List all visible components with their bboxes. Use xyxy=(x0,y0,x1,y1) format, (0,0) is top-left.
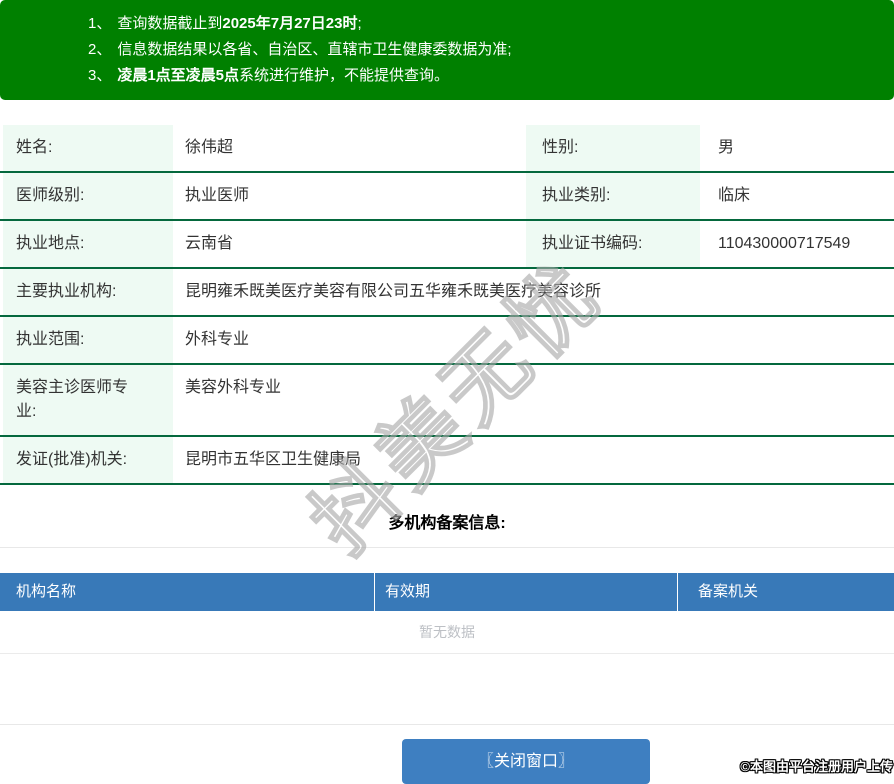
field-value-name: 徐伟超 xyxy=(185,139,234,156)
field-label-cosmetic-specialty: 美容主诊医师专业: xyxy=(3,365,173,435)
field-label-primary-institution: 主要执业机构: xyxy=(3,269,173,315)
table-row: 执业范围: 外科专业 xyxy=(0,317,894,365)
close-window-button[interactable]: 〖关闭窗口〗 xyxy=(402,739,650,784)
notice-line-2: 2、 信息数据结果以各省、自治区、直辖市卫生健康委数据为准; xyxy=(88,37,874,63)
notice-number: 1、 xyxy=(88,15,112,32)
filing-table-header: 机构名称 有效期 备案机关 xyxy=(0,573,894,611)
field-value-cosmetic-specialty: 美容外科专业 xyxy=(185,379,282,396)
upload-credit-text: ©本图由平台注册用户上传 xyxy=(740,759,893,774)
table-row: 美容主诊医师专业: 美容外科专业 xyxy=(0,365,894,437)
notice-text-bold: 2025年7月27日23时 xyxy=(222,15,358,32)
field-value-certificate-number: 110430000717549 xyxy=(718,235,851,252)
field-label-practice-scope: 执业范围: xyxy=(3,317,173,363)
notice-text: ; xyxy=(357,15,362,32)
section-divider xyxy=(0,547,894,548)
field-label-practice-category: 执业类别: xyxy=(526,173,700,219)
practitioner-info-table: 姓名: 徐伟超 性别: 男 医师级别: 执业医师 执业类别: 临床 执业地点: … xyxy=(0,125,894,485)
field-value-gender: 男 xyxy=(718,139,735,156)
field-label-gender: 性别: xyxy=(526,125,700,171)
notice-number: 3、 xyxy=(88,67,112,84)
notice-text: 系统进行维护，不能提供查询。 xyxy=(239,67,450,84)
field-label-issuing-authority: 发证(批准)机关: xyxy=(3,437,173,483)
table-row: 姓名: 徐伟超 性别: 男 xyxy=(0,125,894,173)
filing-header-institution-name: 机构名称 xyxy=(0,573,375,611)
filing-header-validity-period: 有效期 xyxy=(375,573,678,611)
notice-banner: 1、 查询数据截止到2025年7月27日23时; 2、 信息数据结果以各省、自治区、… xyxy=(0,0,894,100)
filing-empty-state: 暂无数据 xyxy=(0,611,894,654)
filing-header-filing-authority: 备案机关 xyxy=(698,583,759,600)
notice-text: 信息数据结果以各省、自治区、直辖市卫生健康委数据为准; xyxy=(117,41,512,58)
field-label-practice-location: 执业地点: xyxy=(3,221,173,267)
table-row: 执业地点: 云南省 执业证书编码: 110430000717549 xyxy=(0,221,894,269)
table-row: 主要执业机构: 昆明雍禾既美医疗美容有限公司五华雍禾既美医疗美容诊所 xyxy=(0,269,894,317)
notice-text-bold: 凌晨1点至凌晨5点 xyxy=(117,67,240,84)
field-value-doctor-level: 执业医师 xyxy=(185,187,250,204)
table-row: 发证(批准)机关: 昆明市五华区卫生健康局 xyxy=(0,437,894,485)
table-row: 医师级别: 执业医师 执业类别: 临床 xyxy=(0,173,894,221)
field-value-practice-location: 云南省 xyxy=(185,235,234,252)
notice-line-3: 3、 凌晨1点至凌晨5点系统进行维护，不能提供查询。 xyxy=(88,63,874,89)
field-value-practice-scope: 外科专业 xyxy=(185,331,250,348)
field-value-issuing-authority: 昆明市五华区卫生健康局 xyxy=(185,451,362,468)
field-label-certificate-number: 执业证书编码: xyxy=(526,221,700,267)
field-value-practice-category: 临床 xyxy=(718,187,751,204)
notice-text: 查询数据截止到 xyxy=(117,15,223,32)
notice-number: 2、 xyxy=(88,41,112,58)
footer-divider xyxy=(0,724,894,725)
notice-line-1: 1、 查询数据截止到2025年7月27日23时; xyxy=(88,11,874,37)
field-value-primary-institution: 昆明雍禾既美医疗美容有限公司五华雍禾既美医疗美容诊所 xyxy=(185,283,602,300)
field-label-doctor-level: 医师级别: xyxy=(3,173,173,219)
field-label-name: 姓名: xyxy=(3,125,173,171)
filing-section-title: 多机构备案信息: xyxy=(388,515,506,532)
